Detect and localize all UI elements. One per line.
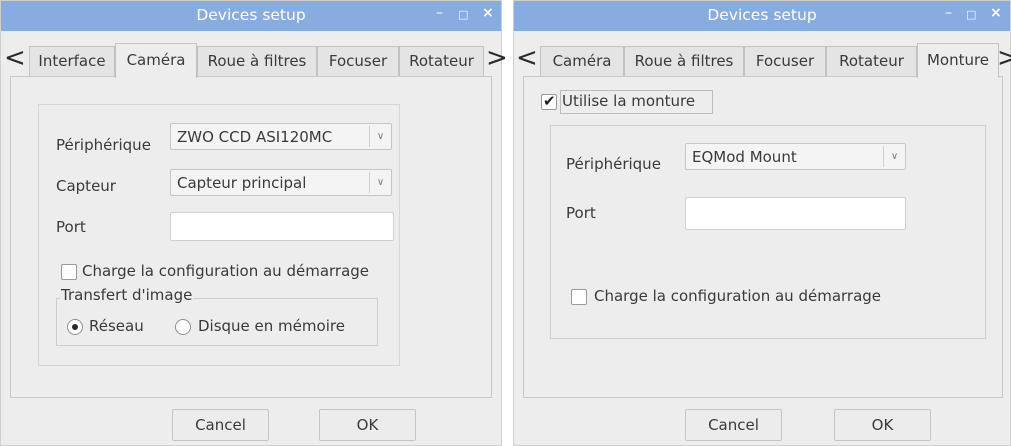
tab-filter-wheel[interactable]: Roue à filtres — [197, 46, 317, 77]
tab-bar: < Interface Caméra Roue à filtres Focuse… — [1, 43, 508, 78]
chevron-down-icon: ∨ — [369, 172, 391, 193]
sensor-label: Capteur — [56, 177, 116, 195]
use-mount-checkbox[interactable]: ✔ — [541, 92, 557, 110]
use-mount-label: Utilise la monture — [562, 92, 696, 110]
tab-filter-wheel[interactable]: Roue à filtres — [624, 46, 744, 77]
device-select-value: EQMod Mount — [692, 148, 797, 166]
disk-radio[interactable] — [175, 319, 191, 335]
port-input[interactable] — [685, 197, 906, 230]
tab-camera[interactable]: Caméra — [115, 43, 197, 78]
maximize-icon[interactable]: □ — [966, 8, 976, 21]
window-title: Devices setup — [196, 6, 306, 24]
close-icon[interactable]: × — [482, 5, 494, 21]
load-config-label: Charge la configuration au démarrage — [82, 262, 370, 280]
chevron-down-icon: ∨ — [883, 146, 905, 167]
check-icon: ✔ — [543, 92, 556, 110]
device-label: Périphérique — [56, 136, 151, 154]
title-bar[interactable]: Devices setup – □ × — [514, 1, 1010, 31]
cancel-button[interactable]: Cancel — [172, 409, 269, 441]
device-label: Périphérique — [566, 155, 661, 173]
device-select[interactable]: ZWO CCD ASI120MC ∨ — [170, 123, 392, 150]
devices-setup-window-mount: Devices setup – □ × < Caméra Roue à filt… — [513, 0, 1011, 446]
maximize-icon[interactable]: □ — [458, 8, 468, 21]
load-config-label: Charge la configuration au démarrage — [594, 287, 882, 305]
tab-rotator[interactable]: Rotateur — [399, 46, 484, 77]
ok-button[interactable]: OK — [319, 409, 416, 441]
device-select-value: ZWO CCD ASI120MC — [177, 128, 333, 146]
tab-camera[interactable]: Caméra — [540, 46, 624, 77]
tab-rotator[interactable]: Rotateur — [826, 46, 917, 77]
chevron-down-icon: ∨ — [369, 126, 391, 147]
port-label: Port — [566, 204, 596, 222]
load-config-checkbox[interactable] — [571, 289, 587, 305]
tab-mount[interactable]: Monture — [917, 43, 999, 78]
tab-scroll-right-icon[interactable]: > — [997, 43, 1011, 76]
tab-interface[interactable]: Interface — [29, 46, 115, 77]
port-input[interactable] — [170, 212, 394, 241]
devices-setup-window-camera: Devices setup – □ × < Interface Caméra R… — [0, 0, 508, 446]
tab-focuser[interactable]: Focuser — [744, 46, 826, 77]
ok-button[interactable]: OK — [834, 409, 931, 441]
window-title: Devices setup — [707, 6, 817, 24]
load-config-checkbox[interactable] — [61, 264, 77, 280]
cancel-button[interactable]: Cancel — [685, 409, 782, 441]
minimize-icon[interactable]: – — [436, 5, 443, 21]
disk-radio-label: Disque en mémoire — [198, 317, 345, 335]
tab-scroll-left-icon[interactable]: < — [516, 43, 538, 76]
device-select[interactable]: EQMod Mount ∨ — [685, 143, 906, 170]
tab-bar: < Caméra Roue à filtres Focuser Rotateur… — [514, 43, 1011, 78]
close-icon[interactable]: × — [990, 5, 1002, 21]
tab-scroll-right-icon[interactable]: > — [486, 43, 508, 76]
minimize-icon[interactable]: – — [945, 5, 952, 21]
tab-scroll-left-icon[interactable]: < — [4, 43, 26, 76]
title-bar[interactable]: Devices setup – □ × — [1, 1, 501, 31]
sensor-select[interactable]: Capteur principal ∨ — [170, 169, 392, 196]
radio-selected-dot — [72, 324, 78, 330]
network-radio[interactable] — [67, 319, 83, 335]
image-transfer-legend: Transfert d'image — [60, 286, 194, 304]
network-radio-label: Réseau — [89, 317, 144, 335]
port-label: Port — [56, 218, 86, 236]
sensor-select-value: Capteur principal — [177, 174, 307, 192]
tab-focuser[interactable]: Focuser — [317, 46, 399, 77]
